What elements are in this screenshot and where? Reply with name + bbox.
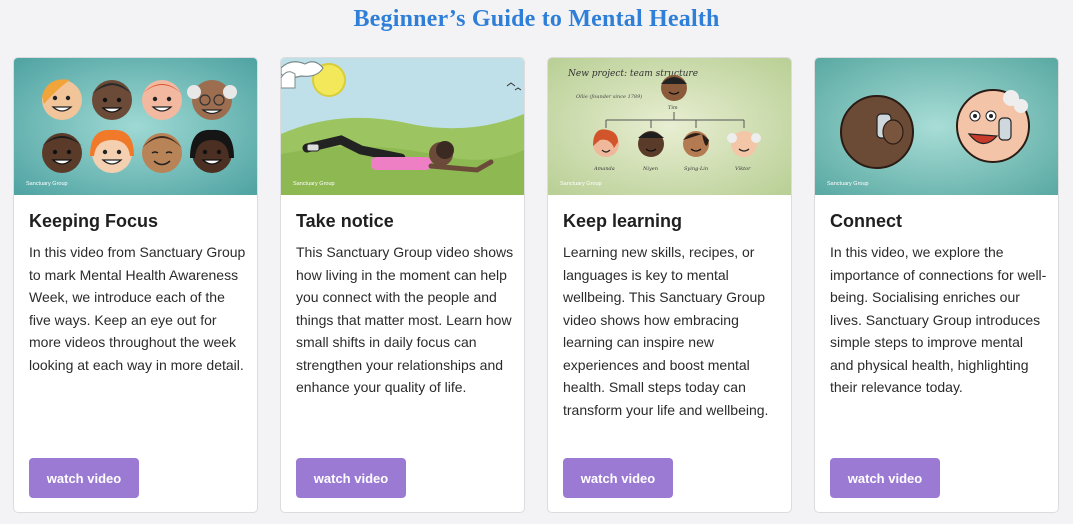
face-icon [42, 133, 82, 173]
video-thumbnail-park[interactable]: Sanctuary Group [281, 58, 524, 195]
face-icon [142, 80, 182, 120]
card-description: In this video, we explore the importance… [830, 244, 1047, 395]
team-member-name: Sying-Lin [684, 166, 708, 172]
tree-root-name: Tim [668, 105, 678, 111]
watch-video-button[interactable]: watch video [296, 458, 406, 498]
face-icon [638, 131, 664, 157]
face-icon [92, 80, 132, 120]
card-description: In this video from Sanctuary Group to ma… [29, 244, 246, 373]
face-icon [142, 133, 182, 173]
video-thumbnail-team-structure[interactable]: New project: team structure Ollie (found… [548, 58, 791, 195]
card-title: Take notice [296, 211, 394, 231]
card-description: This Sanctuary Group video shows how liv… [296, 244, 514, 395]
person-on-phone-icon [840, 95, 914, 169]
sanctuary-group-logo: Sanctuary Group [293, 181, 335, 187]
team-member-name: Amanda [593, 166, 615, 172]
video-card-connect: Sanctuary Group Connect In this video, w… [814, 57, 1059, 513]
video-card-take-notice: Sanctuary Group Take notice This Sanctua… [280, 57, 525, 513]
video-thumbnail-faces[interactable]: Sanctuary Group [14, 58, 257, 195]
video-thumbnail-phone-call[interactable]: Sanctuary Group [815, 58, 1058, 195]
card-description: Learning new skills, recipes, or languag… [563, 244, 769, 418]
person-on-phone-icon [956, 89, 1030, 163]
sanctuary-group-logo: Sanctuary Group [827, 181, 869, 187]
card-title: Keep learning [563, 211, 683, 231]
card-title: Connect [830, 211, 902, 231]
video-card-keep-learning: New project: team structure Ollie (found… [547, 57, 792, 513]
watch-video-button[interactable]: watch video [563, 458, 673, 498]
watch-video-button[interactable]: watch video [29, 458, 139, 498]
page-title: Beginner’s Guide to Mental Health [353, 6, 720, 32]
watch-video-button[interactable]: watch video [830, 458, 940, 498]
video-card-list: Sanctuary Group Keeping Focus In this vi… [13, 57, 1060, 513]
video-card-keeping-focus: Sanctuary Group Keeping Focus In this vi… [13, 57, 258, 513]
card-title: Keeping Focus [29, 211, 159, 231]
face-icon [661, 75, 687, 101]
sanctuary-group-logo: Sanctuary Group [26, 181, 68, 187]
team-member-name: Niyen [642, 166, 658, 172]
founder-note: Ollie (founder since 1789) [576, 93, 642, 100]
sanctuary-group-logo: Sanctuary Group [560, 181, 602, 187]
face-icon [683, 131, 709, 157]
team-member-name: Viktor [735, 166, 751, 172]
